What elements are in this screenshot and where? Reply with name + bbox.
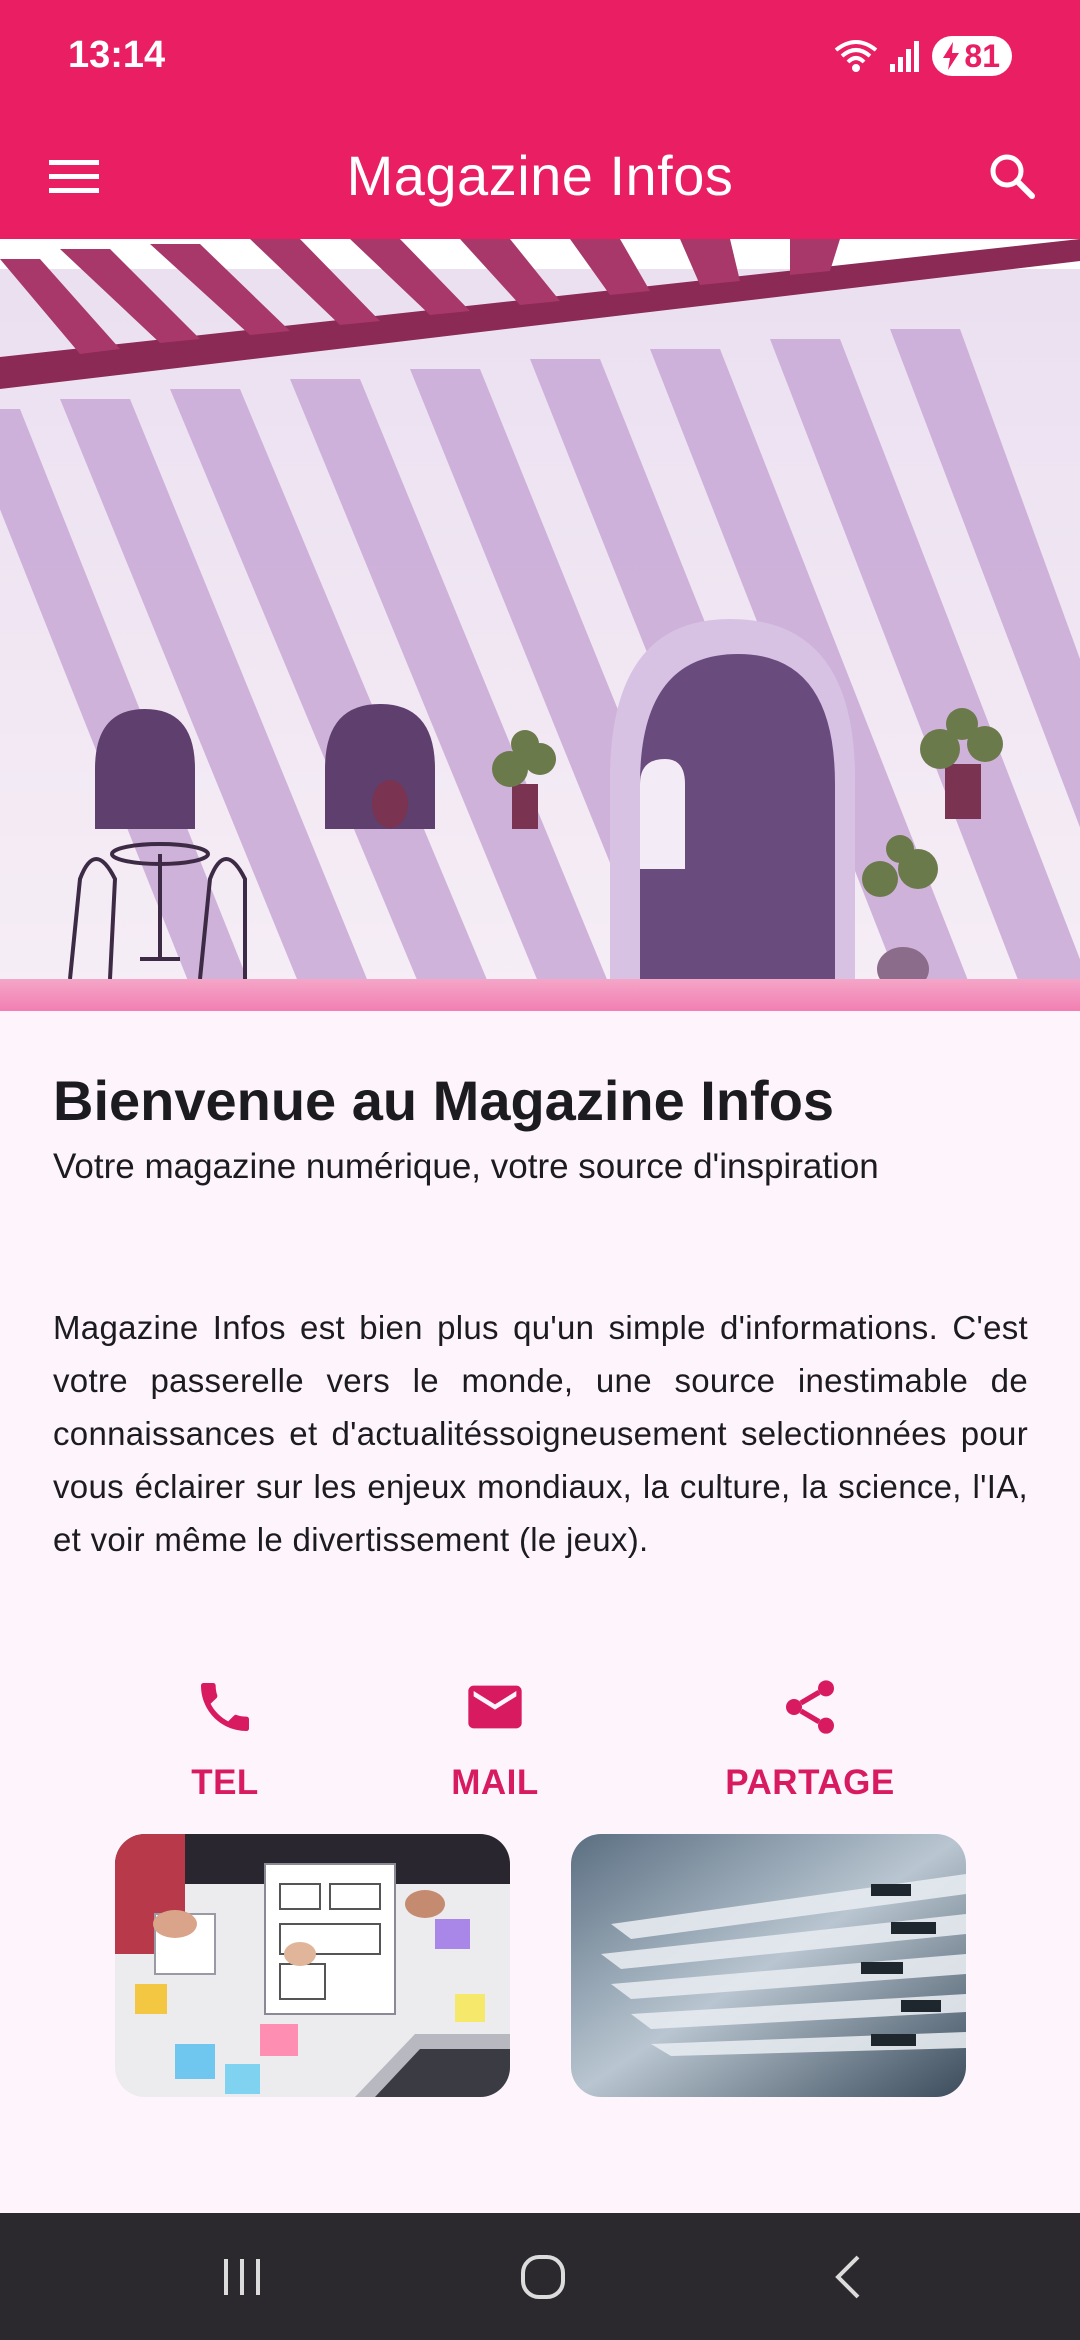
app-bar: Magazine Infos xyxy=(0,112,1080,239)
app-title: Magazine Infos xyxy=(346,144,734,207)
battery-level: 81 xyxy=(964,37,1000,74)
status-bar: 13:14 81 xyxy=(0,0,1080,112)
recents-icon xyxy=(224,2258,260,2295)
system-nav-bar xyxy=(0,2213,1080,2340)
mail-label: MAIL xyxy=(451,1763,539,1802)
mail-icon xyxy=(468,1685,522,1729)
thumbnail-teamwork[interactable] xyxy=(115,1834,510,2097)
status-time: 13:14 xyxy=(68,34,166,76)
headline: Bienvenue au Magazine Infos xyxy=(53,1069,835,1132)
search-button[interactable] xyxy=(976,140,1048,212)
hero-image xyxy=(0,239,1080,1011)
body-text: Magazine Infos est bien plus qu'un simpl… xyxy=(53,1309,1028,1558)
tel-button[interactable]: TEL xyxy=(105,1665,345,1815)
recents-button[interactable] xyxy=(162,2213,322,2340)
bolt-icon xyxy=(943,42,960,70)
home-icon xyxy=(521,2254,565,2299)
search-icon xyxy=(990,154,1035,199)
status-icons: 81 xyxy=(834,34,1012,78)
wifi-icon xyxy=(835,40,878,72)
home-button[interactable] xyxy=(463,2213,623,2340)
thumbnail-documents[interactable] xyxy=(571,1834,966,2097)
tel-label: TEL xyxy=(191,1763,259,1802)
share-label: PARTAGE xyxy=(725,1763,895,1802)
back-icon xyxy=(835,2255,860,2298)
share-button[interactable]: PARTAGE xyxy=(690,1665,930,1815)
subtitle: Votre magazine numérique, votre source d… xyxy=(53,1147,879,1186)
share-icon xyxy=(786,1680,834,1734)
phone-icon xyxy=(201,1683,249,1731)
back-button[interactable] xyxy=(768,2213,928,2340)
action-row: TEL MAIL PARTAGE xyxy=(0,1665,1080,1815)
signal-icon xyxy=(890,41,920,72)
mail-button[interactable]: MAIL xyxy=(375,1665,615,1815)
battery-charging-icon: 81 xyxy=(932,36,1012,76)
